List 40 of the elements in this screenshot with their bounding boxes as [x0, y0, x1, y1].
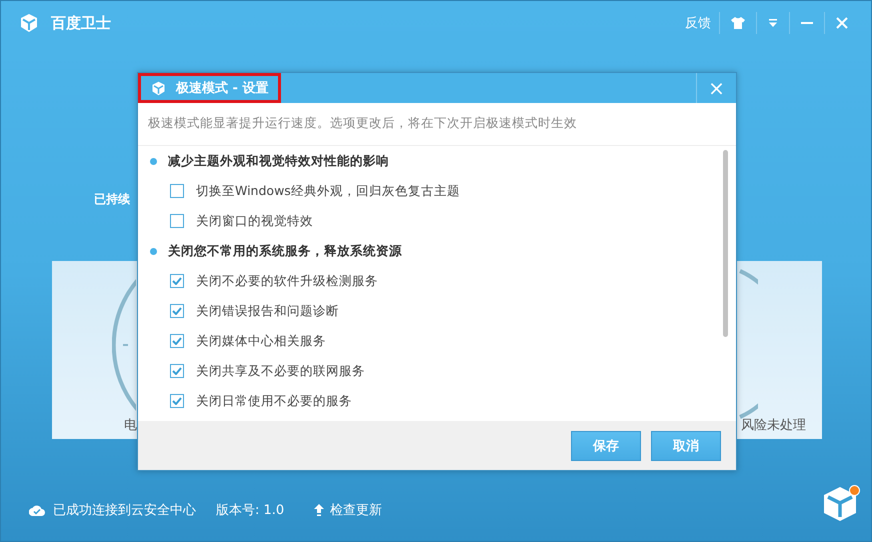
option-checkbox[interactable]: 关闭媒体中心相关服务 [150, 326, 723, 356]
checkbox[interactable] [170, 304, 184, 318]
dialog-title: 极速模式 - 设置 [138, 73, 282, 103]
section-heading: 关闭您不常用的系统服务，释放系统资源 [168, 242, 402, 260]
cube-logo-icon [19, 13, 39, 33]
status-subline: 已持续 [94, 191, 130, 208]
checkmark-icon [172, 397, 182, 405]
cube-logo-icon [151, 80, 166, 96]
option-checkbox[interactable]: 关闭日常使用不必要的服务 [150, 386, 723, 416]
shirt-icon[interactable] [731, 17, 745, 29]
bullet-dot [150, 248, 157, 254]
bullet-dot [150, 158, 157, 164]
app-title: 百度卫士 [51, 14, 111, 32]
option-checkbox[interactable]: 关闭共享及不必要的联网服务 [150, 356, 723, 386]
option-checkbox[interactable]: 切换至Windows经典外观，回归灰色复古主题 [150, 176, 723, 206]
section-heading: 减少主题外观和视觉特效对性能的影响 [168, 152, 389, 170]
checkbox[interactable] [170, 214, 184, 228]
scrollbar-thumb[interactable] [723, 150, 728, 337]
checkmark-icon [172, 367, 182, 375]
checkbox[interactable] [170, 394, 184, 408]
checkbox[interactable] [170, 184, 184, 198]
checkbox[interactable] [170, 334, 184, 348]
checkbox[interactable] [170, 364, 184, 378]
version-text: 版本号: 1.0 [216, 502, 284, 519]
dropdown-icon[interactable] [768, 19, 778, 27]
option-checkbox[interactable]: 关闭错误报告和问题诊断 [150, 296, 723, 326]
option-checkbox[interactable]: 关闭窗口的视觉特效 [150, 206, 723, 236]
card-label: 风险未处理 [741, 417, 806, 434]
card-label: 电 [124, 417, 137, 434]
checkbox[interactable] [170, 274, 184, 288]
option-checkbox[interactable]: 关闭不必要的软件升级检测服务 [150, 266, 723, 296]
close-icon[interactable] [836, 17, 848, 29]
cube-logo-icon[interactable] [823, 486, 857, 522]
dialog-description: 极速模式能显著提升运行速度。选项更改后，将在下次开启极速模式时生效 [138, 103, 736, 146]
checkmark-icon [172, 337, 182, 345]
cloud-icon [29, 504, 45, 516]
connection-status: 已成功连接到云安全中心 [53, 502, 196, 519]
checkmark-icon [172, 277, 182, 285]
up-arrow-icon [314, 504, 324, 516]
checkmark-icon [172, 307, 182, 315]
